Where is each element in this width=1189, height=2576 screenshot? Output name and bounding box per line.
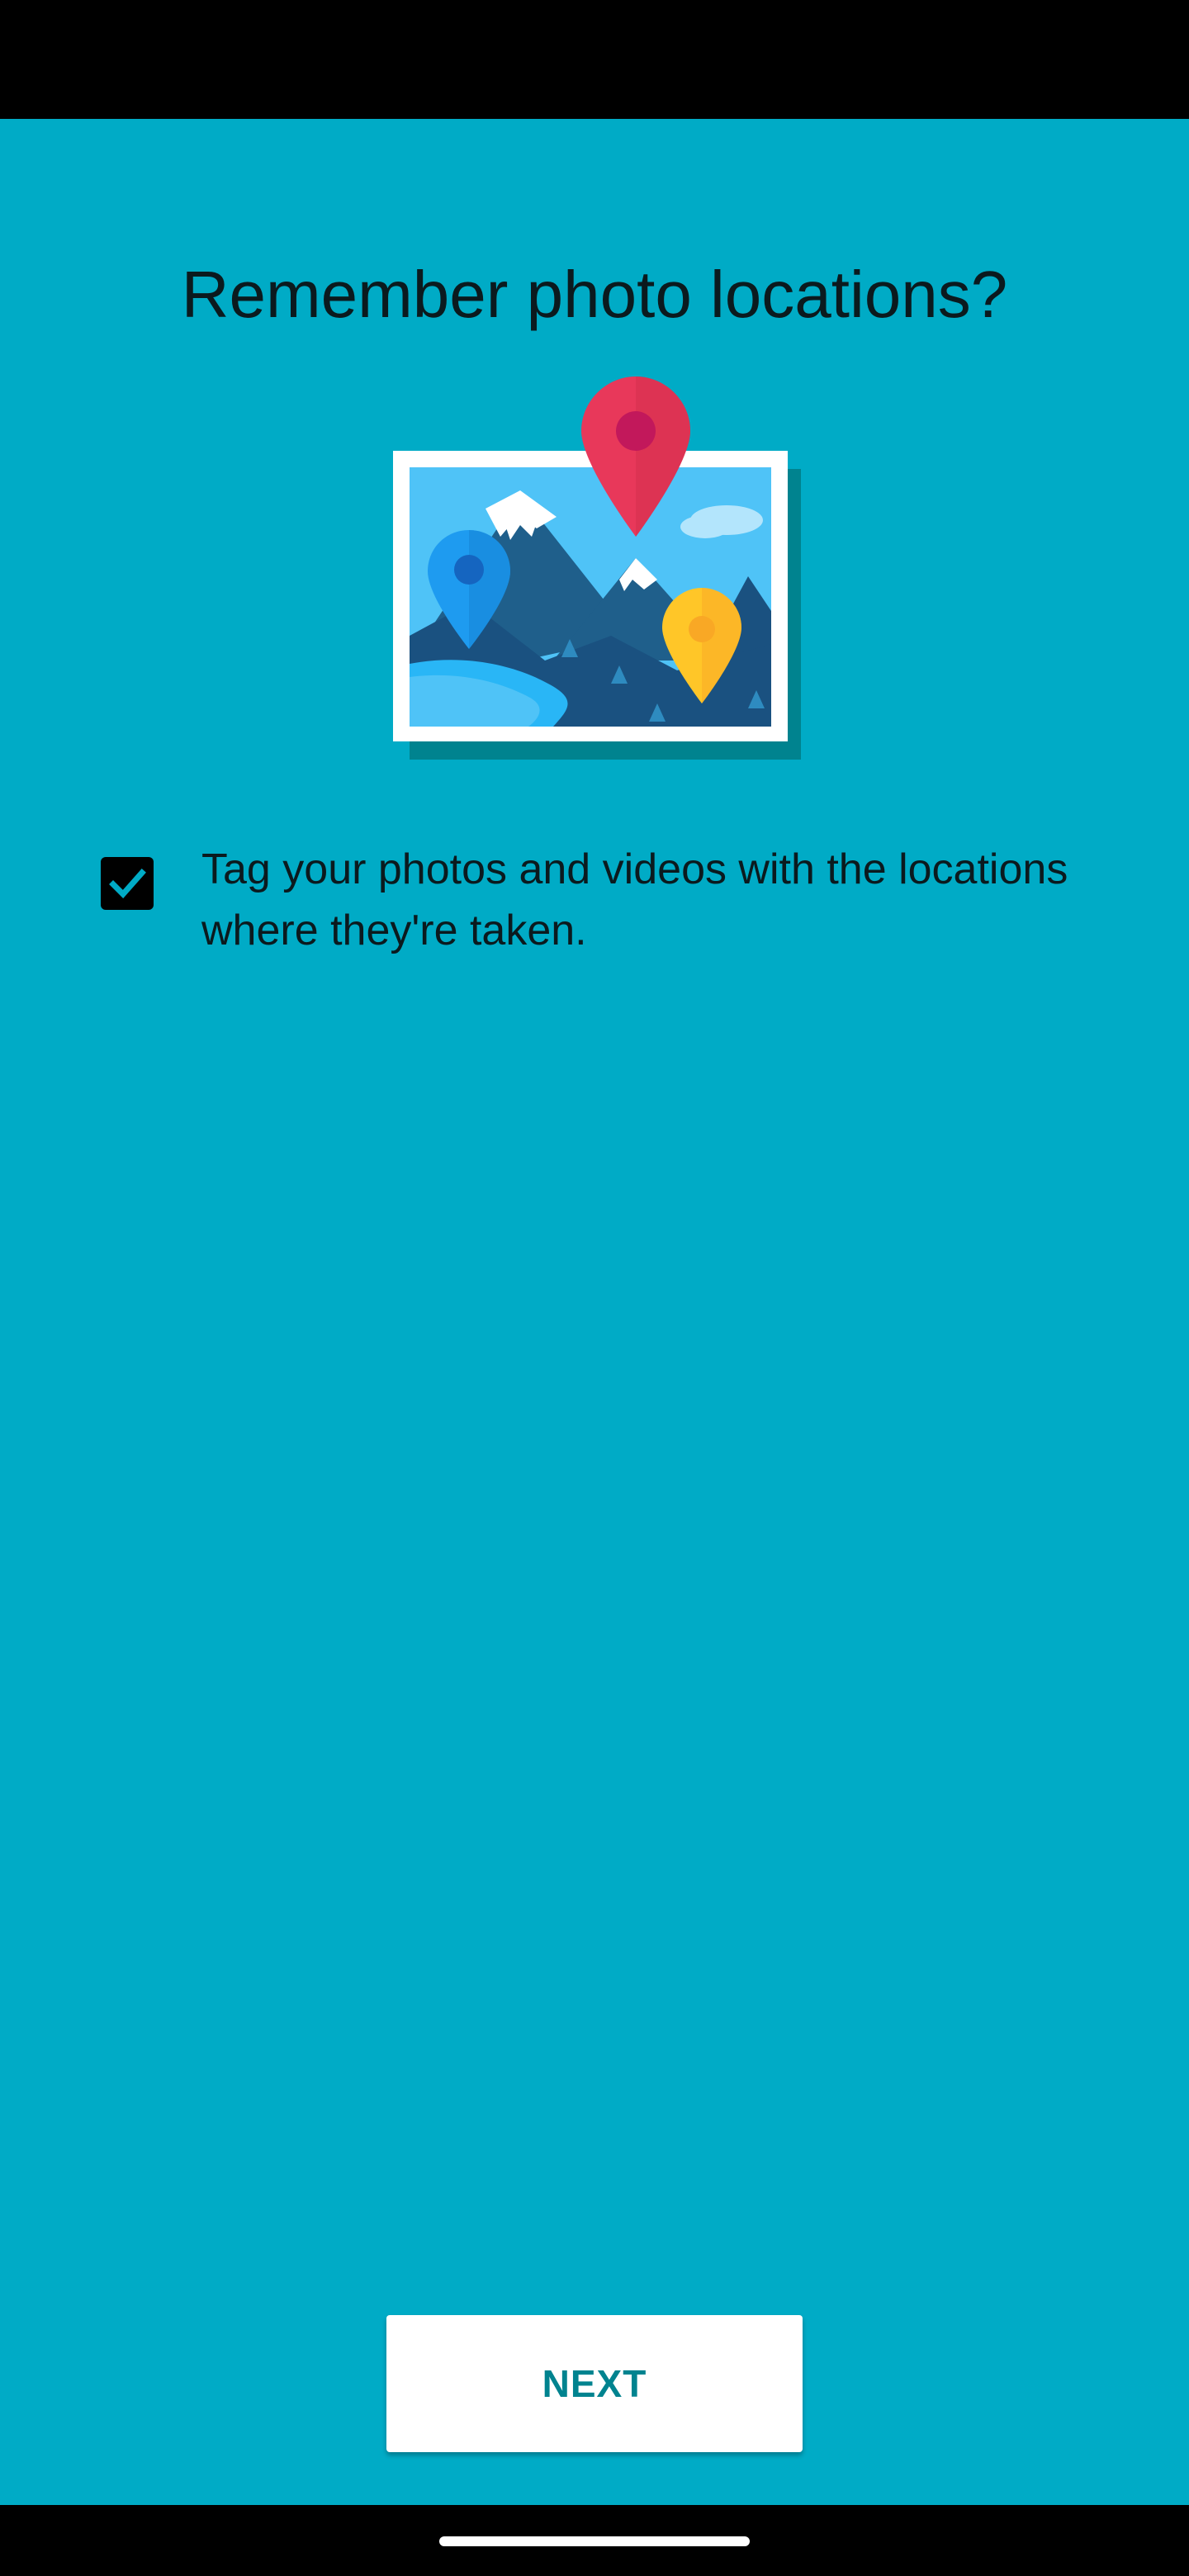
- location-tag-checkbox-label[interactable]: Tag your photos and videos with the loca…: [201, 839, 1093, 961]
- location-tag-checkbox[interactable]: [101, 857, 154, 910]
- page-title: Remember photo locations?: [181, 257, 1008, 331]
- checkmark-icon: [109, 869, 146, 899]
- home-gesture-pill[interactable]: [439, 2536, 750, 2546]
- status-bar: [0, 0, 1189, 119]
- next-button[interactable]: NEXT: [386, 2315, 803, 2452]
- photo-with-location-pins-icon: [393, 376, 801, 760]
- navigation-bar: [0, 2505, 1189, 2576]
